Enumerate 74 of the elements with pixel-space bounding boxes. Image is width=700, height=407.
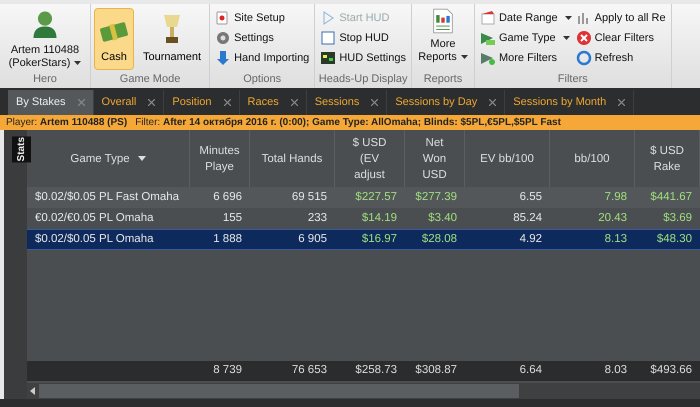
close-icon [576,30,592,46]
group-label: Game Mode [120,73,180,87]
table-cell-text: 233 [306,210,328,226]
table-cell-text: 6 905 [297,232,328,247]
arrow-down-icon [215,50,232,66]
table-cell-text: 4.92 [518,232,543,247]
table-cell-text: 20.43 [597,210,628,226]
group-label: Heads-Up Display [318,73,408,87]
group-label: Options [243,73,282,87]
group-label: Reports [424,73,462,87]
hero-button[interactable]: Artem 110488 (PokerStars) [3,4,87,70]
table-cell-text: $48.30 [656,232,693,247]
settings-icon [215,30,232,46]
total-cell-text: $258.73 [354,363,398,378]
ribbon-button[interactable]: Apply to all Re [574,8,668,28]
table-cell-text: 6 696 [212,190,243,205]
table-cell-text: $0.02/$0.05 PL Fast Omaha [34,190,180,205]
table-cell-text: $277.39 [414,190,458,205]
table-cell-text: 69 515 [290,190,328,205]
report-icon [432,8,454,34]
table-cell-text: $0.02/$0.05 PL Omaha [34,232,154,247]
close-icon[interactable] [148,99,156,106]
mode-toggle[interactable]: Tournament [138,8,206,70]
reports-button[interactable]: More Reports [414,4,471,64]
ribbon-button[interactable]: More Filters [478,48,574,68]
close-icon[interactable] [224,99,231,106]
tab[interactable]: By Stakes [8,90,94,115]
hud-icon [320,50,336,66]
table-cell-text: $3.69 [662,210,693,226]
ribbon-button[interactable]: Date Range [478,8,574,28]
ribbon-button[interactable]: Stop HUD [318,28,408,48]
table-cell-text: 6.55 [518,190,543,205]
total-cell-text: 8.03 [604,363,628,378]
table-cell-text: 85.24 [512,210,543,226]
ribbon-button[interactable]: Clear Filters [574,28,668,48]
sort-caret-icon[interactable] [138,156,146,161]
stop-icon [320,30,336,46]
mode-toggle[interactable]: Cash [94,8,134,70]
total-cell-text: 76 653 [290,363,328,378]
table-cell-text: 155 [222,210,243,226]
table-row[interactable]: $0.02/$0.05 PL Fast Omaha 6 696 69 515 $227.57 $277.39 6.55 7.98 $441.67 [27,187,700,208]
total-cell-text: 8 739 [212,363,243,378]
total-cell-text: 6.64 [518,363,543,378]
table-cell-text: $441.67 [649,190,693,205]
player-text: Player: Artem 110488 (PS) [6,116,128,130]
close-icon[interactable] [618,99,626,106]
ribbon-button[interactable]: Settings [213,28,312,48]
table-cell-text: €0.02/€0.05 PL Omaha [34,210,154,226]
table-cell-text: 8.13 [604,232,628,247]
calendar-icon [480,10,496,26]
group-label: Filters [558,73,588,87]
horizontal-scrollbar[interactable] [27,383,700,399]
table-cell-text: $14.19 [360,210,398,226]
total-cell-text: $308.87 [414,363,458,378]
ribbon-button[interactable]: Refresh [574,48,668,68]
table-cell-text: $28.08 [420,232,458,247]
table-row[interactable]: $0.02/$0.05 PL Omaha 1 888 6 905 $16.97 $28.08 4.92 8.13 $48.30 [27,229,700,250]
table-cell-text: $16.97 [360,232,398,247]
game-type-icon [480,30,496,46]
close-icon[interactable] [371,99,378,106]
table-cell-text: $227.57 [354,190,398,205]
ribbon-button[interactable]: Hand Importing [213,48,312,68]
ribbon-button[interactable]: Site Setup [213,8,312,28]
table-cell-text: 7.98 [604,190,628,205]
ribbon-button[interactable]: Game Type [478,28,574,48]
close-icon[interactable] [290,99,298,106]
stats-tab[interactable]: Stats [12,136,31,162]
table-cell-text: $3.40 [427,210,458,226]
close-icon[interactable] [489,99,496,106]
table-cell-text: 1 888 [212,232,243,247]
filter-text: Filter: After 14 октября 2016 г. (0:00); Game Type: AllOmaha; Blinds: $5PL,€5PL,$5PL Fast [135,116,561,130]
total-cell-text: $493.66 [649,363,693,378]
ribbon-button[interactable]: HUD Settings [318,48,408,68]
group-label: Hero [33,73,57,87]
